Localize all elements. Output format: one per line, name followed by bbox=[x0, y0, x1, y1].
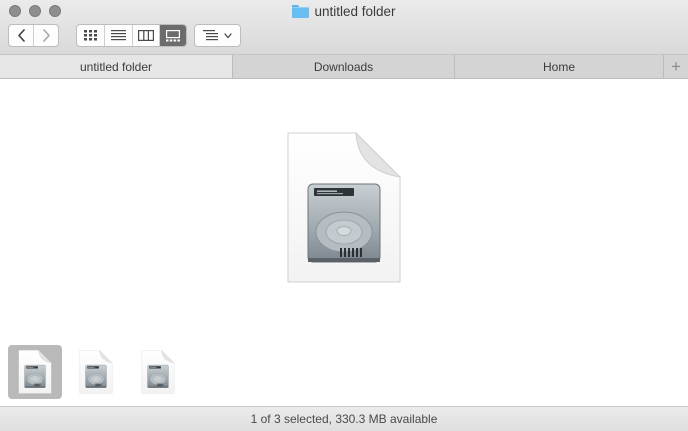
list-view-button[interactable] bbox=[104, 25, 131, 46]
navigation-buttons bbox=[8, 24, 59, 47]
plus-icon: + bbox=[671, 56, 681, 76]
window-titlebar: untitled folder bbox=[0, 0, 688, 55]
view-mode-buttons bbox=[76, 24, 187, 47]
chevron-right-icon bbox=[42, 29, 50, 42]
disk-image-icon bbox=[79, 350, 113, 394]
column-view-icon bbox=[137, 30, 154, 41]
tab-downloads[interactable]: Downloads bbox=[233, 55, 455, 78]
folder-icon bbox=[292, 5, 310, 18]
window-title-text: untitled folder bbox=[314, 4, 396, 19]
gallery-view-button[interactable] bbox=[158, 25, 186, 46]
icon-view-icon bbox=[83, 30, 97, 41]
disk-image-icon bbox=[286, 132, 402, 284]
chevron-down-icon bbox=[224, 32, 232, 38]
group-by-icon bbox=[203, 30, 218, 41]
tab-untitled-folder[interactable]: untitled folder bbox=[0, 55, 233, 78]
group-by-control[interactable] bbox=[195, 25, 240, 46]
list-view-icon bbox=[110, 30, 126, 41]
status-bar: 1 of 3 selected, 330.3 MB available bbox=[0, 406, 688, 431]
back-button[interactable] bbox=[9, 25, 33, 46]
thumbnail-item[interactable] bbox=[69, 345, 123, 399]
disk-image-icon bbox=[141, 350, 175, 394]
status-text: 1 of 3 selected, 330.3 MB available bbox=[250, 412, 438, 426]
group-by-button[interactable] bbox=[194, 24, 241, 47]
thumbnail-item[interactable] bbox=[131, 345, 185, 399]
gallery-thumbnail-strip bbox=[0, 340, 688, 406]
forward-button[interactable] bbox=[33, 25, 58, 46]
column-view-button[interactable] bbox=[131, 25, 159, 46]
thumbnail-item[interactable] bbox=[8, 345, 62, 399]
disk-image-icon bbox=[18, 350, 52, 394]
window-title: untitled folder bbox=[0, 4, 688, 19]
new-tab-button[interactable]: + bbox=[664, 55, 688, 78]
chevron-left-icon bbox=[17, 29, 25, 42]
gallery-preview bbox=[286, 132, 402, 284]
tab-home[interactable]: Home bbox=[455, 55, 664, 78]
icon-view-button[interactable] bbox=[77, 25, 104, 46]
tab-bar: untitled folder Downloads Home + bbox=[0, 55, 688, 79]
gallery-view-icon bbox=[165, 29, 180, 41]
